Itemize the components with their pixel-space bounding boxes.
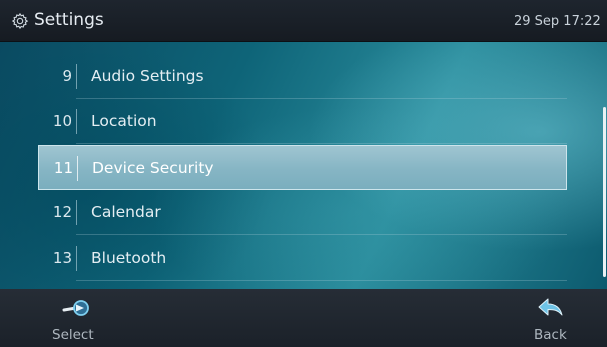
menu-item-audio-settings[interactable]: 9 Audio Settings [38, 54, 567, 99]
menu-item-label: Bluetooth [91, 249, 167, 267]
menu-item-calendar[interactable]: 12 Calendar [38, 190, 567, 235]
menu-item-label: Calendar [91, 203, 161, 221]
back-label: Back [534, 327, 567, 343]
date-time: 29 Sep 17:22 [514, 14, 601, 29]
menu-item-label: Device Security [92, 159, 214, 177]
select-label: Select [52, 327, 94, 343]
divider [76, 200, 77, 225]
settings-menu: 9 Audio Settings 10 Location 11 Device S… [0, 42, 607, 289]
back-arrow-icon [538, 298, 563, 316]
menu-item-number: 13 [52, 249, 72, 267]
screen-title: Settings [34, 10, 104, 30]
menu-item-number: 10 [52, 112, 72, 130]
menu-item-number: 9 [62, 67, 72, 85]
select-arrow-icon [62, 300, 89, 316]
menu-item-location[interactable]: 10 Location [38, 99, 567, 144]
gear-icon [11, 12, 29, 30]
menu-item-bluetooth[interactable]: 13 Bluetooth [38, 236, 567, 281]
softkey-bar: Select Back [0, 289, 607, 347]
divider [76, 64, 77, 89]
menu-item-label: Audio Settings [91, 67, 204, 85]
row-divider [76, 234, 567, 235]
menu-item-device-security[interactable]: 11 Device Security [38, 145, 567, 190]
divider [76, 109, 77, 134]
menu-item-number: 12 [52, 203, 72, 221]
scrollbar[interactable] [603, 107, 606, 277]
title-bar: Settings 29 Sep 17:22 [0, 0, 607, 42]
back-button[interactable]: Back [524, 289, 574, 347]
divider [76, 246, 77, 271]
menu-item-number: 11 [53, 159, 73, 177]
row-divider [76, 143, 567, 144]
select-button[interactable]: Select [48, 289, 108, 347]
row-divider [76, 280, 567, 281]
menu-item-label: Location [91, 112, 157, 130]
divider [77, 156, 78, 181]
